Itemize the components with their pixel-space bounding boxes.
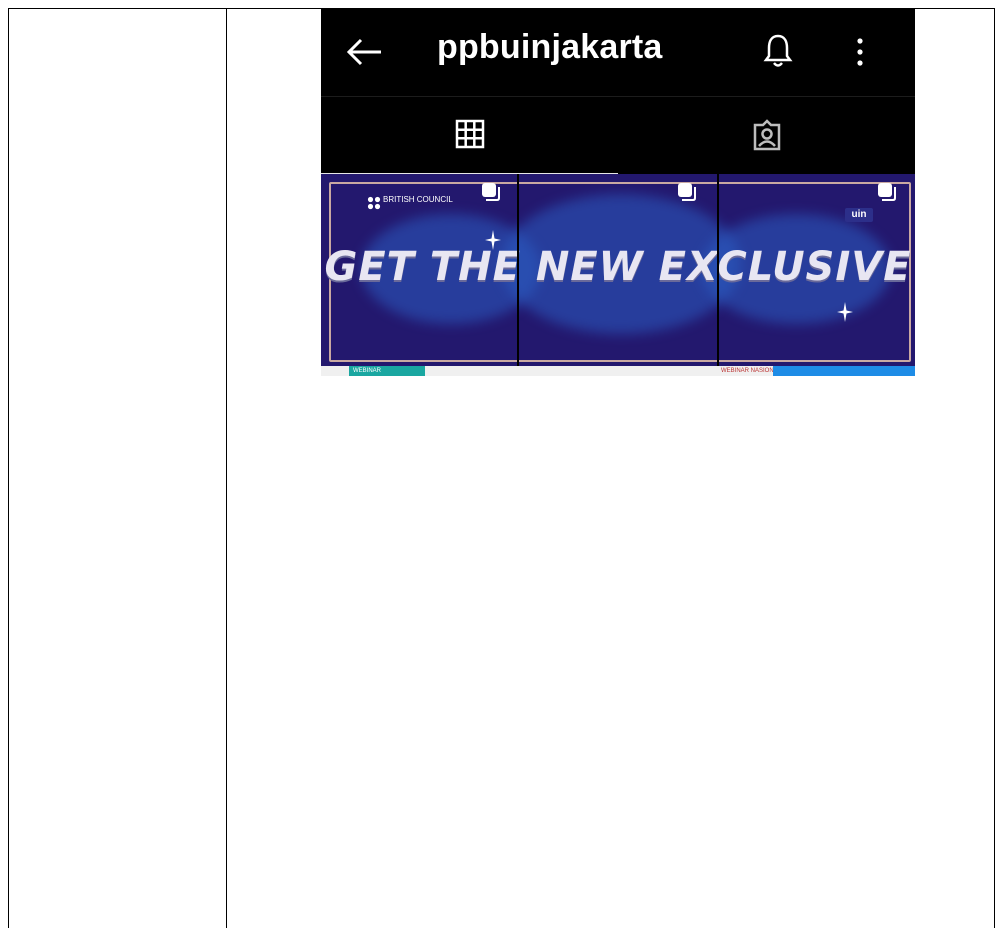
uin-logo: uin: [841, 196, 877, 226]
webinar-nasional-label: WEBINAR NASIONAL: [721, 368, 782, 374]
banner-headline: GET THE NEW EXCLUSIVE: [324, 244, 912, 290]
multiple-posts-icon: [678, 183, 696, 201]
tab-posts-grid[interactable]: [321, 97, 618, 175]
arrow-left-icon[interactable]: [345, 36, 385, 68]
sparkle-icon: [837, 302, 853, 322]
british-council-text: BRITISH COUNCIL: [383, 195, 453, 204]
blue-post-preview: [773, 366, 915, 376]
more-vertical-icon[interactable]: [855, 34, 865, 70]
webinar-post-preview: WEBINAR: [349, 366, 425, 376]
top-app-bar: ppbuinjakarta: [321, 8, 915, 96]
british-council-logo: BRITISH COUNCIL: [367, 195, 453, 210]
multiple-posts-icon: [878, 183, 896, 201]
multiple-posts-icon: [482, 183, 500, 201]
webinar-label: WEBINAR: [353, 368, 382, 374]
posts-grid: BRITISH COUNCIL uin GET THE NEW EXCLUSIV…: [321, 174, 915, 376]
grid-separator: [517, 174, 519, 376]
grid-separator: [717, 174, 719, 376]
next-row-posts-preview[interactable]: WEBINAR WEBINAR NASIONAL: [321, 366, 915, 376]
uin-logo-text: uin: [845, 208, 873, 222]
tagged-person-icon: [753, 119, 781, 151]
profile-username: ppbuinjakarta: [437, 28, 663, 66]
profile-tab-bar: [321, 96, 915, 175]
grid-icon: [455, 119, 485, 149]
table-column-divider: [226, 8, 227, 928]
instagram-profile-screenshot: ppbuinjakarta BRITISH COUNCIL uin GET TH…: [321, 8, 915, 376]
tab-tagged[interactable]: [618, 97, 915, 175]
sparkle-icon: [485, 230, 501, 250]
bell-icon[interactable]: [763, 32, 793, 70]
carousel-banner-post[interactable]: BRITISH COUNCIL uin GET THE NEW EXCLUSIV…: [321, 174, 915, 366]
